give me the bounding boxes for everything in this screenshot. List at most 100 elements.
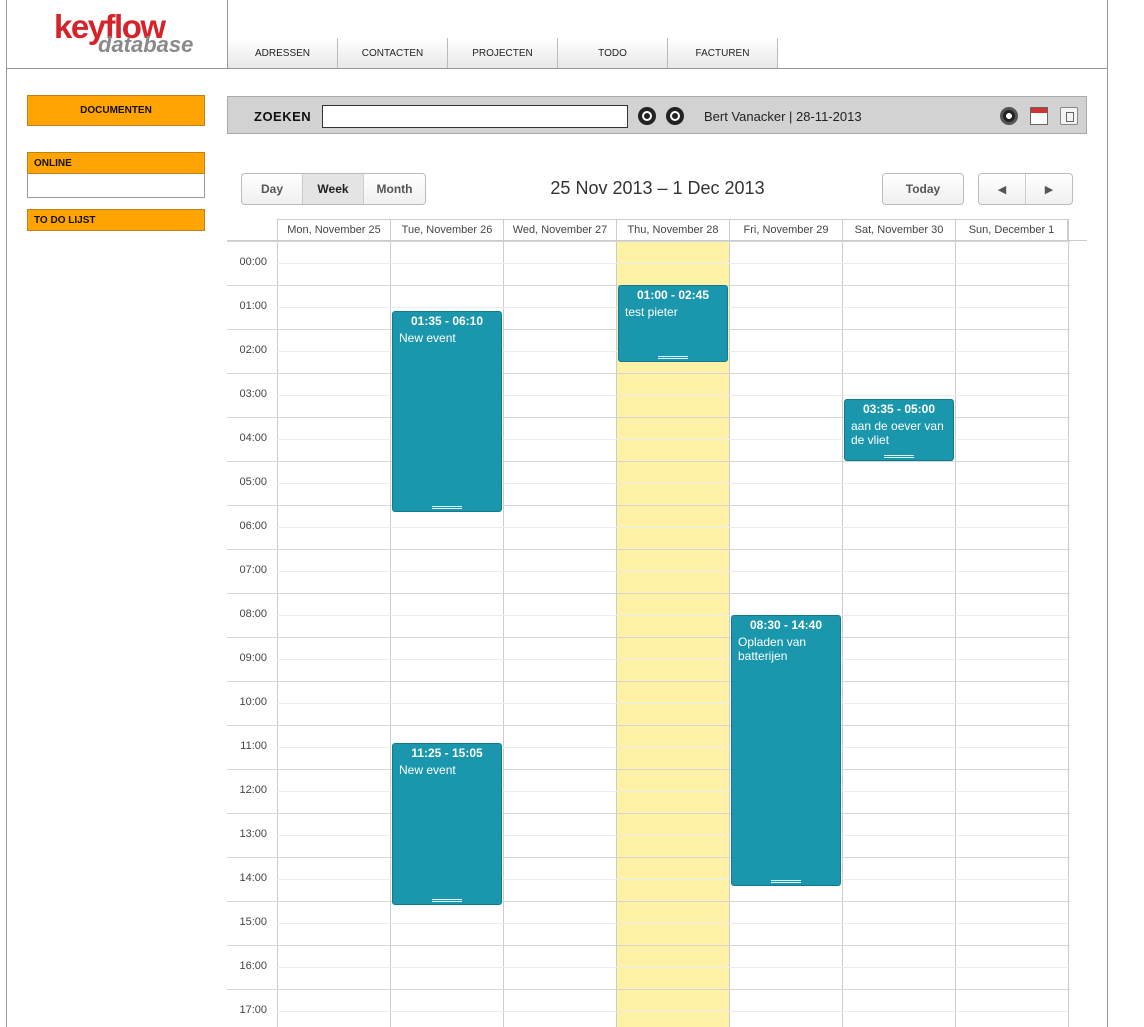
page-frame-right xyxy=(1107,0,1108,1027)
sidebar-online-header[interactable]: ONLINE xyxy=(27,152,205,174)
day-column-divider xyxy=(277,219,278,1027)
day-header[interactable]: Sun, December 1 xyxy=(955,220,1068,241)
logo-text-bottom: database xyxy=(98,32,194,57)
nav-tab-projecten[interactable]: PROJECTEN xyxy=(448,38,558,68)
hour-line xyxy=(227,461,1070,462)
app-logo[interactable]: keyflow database xyxy=(50,8,200,58)
view-week-button[interactable]: Week xyxy=(303,174,364,204)
calendar-icon[interactable] xyxy=(1030,107,1048,125)
search-input[interactable] xyxy=(322,105,628,128)
event-time: 01:00 - 02:45 xyxy=(636,288,710,302)
hour-line xyxy=(227,989,1070,990)
time-label: 16:00 xyxy=(239,960,267,972)
hour-line xyxy=(227,681,1070,682)
next-week-button[interactable]: ▶ xyxy=(1026,174,1072,204)
user-info: Bert Vanacker | 28-11-2013 xyxy=(704,109,862,124)
sidebar-documents-button[interactable]: DOCUMENTEN xyxy=(27,95,205,126)
event-time: 03:35 - 05:00 xyxy=(862,401,936,416)
sidebar-todo-button[interactable]: TO DO LIJST xyxy=(27,209,205,231)
day-header[interactable]: Tue, November 26 xyxy=(390,220,503,241)
header-divider xyxy=(6,68,1108,69)
nav-tab-facturen[interactable]: FACTUREN xyxy=(668,38,778,68)
hour-line xyxy=(227,769,1070,770)
settings-icon[interactable] xyxy=(1000,107,1018,125)
event-resize-handle[interactable] xyxy=(884,454,914,458)
calendar-event[interactable]: 01:00 - 02:45 test pieter xyxy=(618,285,728,362)
search-icon[interactable] xyxy=(638,107,656,125)
day-column-divider xyxy=(842,219,843,1027)
time-label: 11:00 xyxy=(240,740,267,752)
time-label: 10:00 xyxy=(239,696,267,708)
half-hour-line xyxy=(277,615,1070,616)
previous-week-button[interactable]: ◀ xyxy=(979,174,1026,204)
day-column-divider xyxy=(390,219,391,1027)
event-title: aan de oever van de vliet xyxy=(851,418,944,447)
time-label: 06:00 xyxy=(239,520,267,532)
view-month-button[interactable]: Month xyxy=(364,174,425,204)
day-header[interactable]: Thu, November 28 xyxy=(616,220,729,241)
time-label: 05:00 xyxy=(239,476,267,488)
week-grid: Mon, November 25 Tue, November 26 Wed, Nov… xyxy=(227,219,1087,1027)
event-resize-handle[interactable] xyxy=(771,880,801,884)
time-label: 07:00 xyxy=(239,564,267,576)
calendar-event[interactable]: 03:35 - 05:00 aan de oever van de vliet xyxy=(844,398,954,461)
search-label: ZOEKEN xyxy=(254,109,312,124)
half-hour-line xyxy=(277,571,1070,572)
event-resize-handle[interactable] xyxy=(432,898,462,902)
half-hour-line xyxy=(277,527,1070,528)
search-bar: ZOEKEN Bert Vanacker | 28-11-2013 xyxy=(227,96,1087,134)
half-hour-line xyxy=(277,659,1070,660)
calendar-event[interactable]: 08:30 - 14:40 Opladen van batterijen xyxy=(731,615,841,887)
hour-line xyxy=(227,725,1070,726)
date-navigation: ◀ ▶ xyxy=(978,173,1073,205)
today-button[interactable]: Today xyxy=(882,173,964,205)
time-label: 01:00 xyxy=(239,300,267,312)
day-headers: Mon, November 25 Tue, November 26 Wed, Nov… xyxy=(277,219,1068,241)
event-title: Opladen van batterijen xyxy=(738,635,807,663)
event-title: New event xyxy=(399,763,456,778)
hour-line xyxy=(227,505,1070,506)
hour-line xyxy=(227,857,1070,858)
hour-line xyxy=(227,549,1070,550)
nav-tab-adressen[interactable]: ADRESSEN xyxy=(228,38,338,68)
event-resize-handle[interactable] xyxy=(658,356,688,359)
page-frame-left xyxy=(6,0,7,1027)
view-switcher: Day Week Month xyxy=(241,173,426,205)
nav-tab-contacten[interactable]: CONTACTEN xyxy=(338,38,448,68)
sidebar-online-panel xyxy=(27,174,205,198)
time-label: 13:00 xyxy=(239,828,267,840)
half-hour-line xyxy=(277,263,1070,264)
half-hour-line xyxy=(277,923,1070,924)
half-hour-line xyxy=(277,703,1070,704)
day-column-divider xyxy=(955,219,956,1027)
day-column-divider xyxy=(1068,219,1069,1027)
day-header[interactable]: Wed, November 27 xyxy=(503,220,616,241)
time-label: 08:00 xyxy=(239,608,267,620)
hour-line xyxy=(227,373,1070,374)
nav-tab-todo[interactable]: TODO xyxy=(558,38,668,68)
time-label: 14:00 xyxy=(239,872,267,884)
hour-line xyxy=(227,945,1070,946)
day-header[interactable]: Fri, November 29 xyxy=(729,220,842,241)
calendar-event[interactable]: 01:35 - 06:10 New event xyxy=(392,310,502,513)
hour-line xyxy=(227,637,1070,638)
day-header[interactable]: Sat, November 30 xyxy=(842,220,955,241)
time-label: 15:00 xyxy=(239,916,267,928)
hour-line xyxy=(227,593,1070,594)
event-time: 08:30 - 14:40 xyxy=(749,618,823,632)
event-time: 01:35 - 06:10 xyxy=(410,313,484,328)
hour-line xyxy=(227,901,1070,902)
calendar-title: 25 Nov 2013 – 1 Dec 2013 xyxy=(550,178,765,198)
calendar-event[interactable]: 11:25 - 15:05 New event xyxy=(392,743,502,905)
event-title: New event xyxy=(399,330,456,345)
event-resize-handle[interactable] xyxy=(432,506,462,510)
logout-icon[interactable] xyxy=(1060,107,1078,125)
day-column-divider xyxy=(503,219,504,1027)
advanced-search-icon[interactable] xyxy=(666,107,684,125)
hour-line xyxy=(227,813,1070,814)
view-day-button[interactable]: Day xyxy=(242,174,303,204)
event-title: test pieter xyxy=(625,305,678,319)
time-label: 02:00 xyxy=(239,344,267,356)
time-label: 09:00 xyxy=(239,652,267,664)
day-header[interactable]: Mon, November 25 xyxy=(277,220,390,241)
